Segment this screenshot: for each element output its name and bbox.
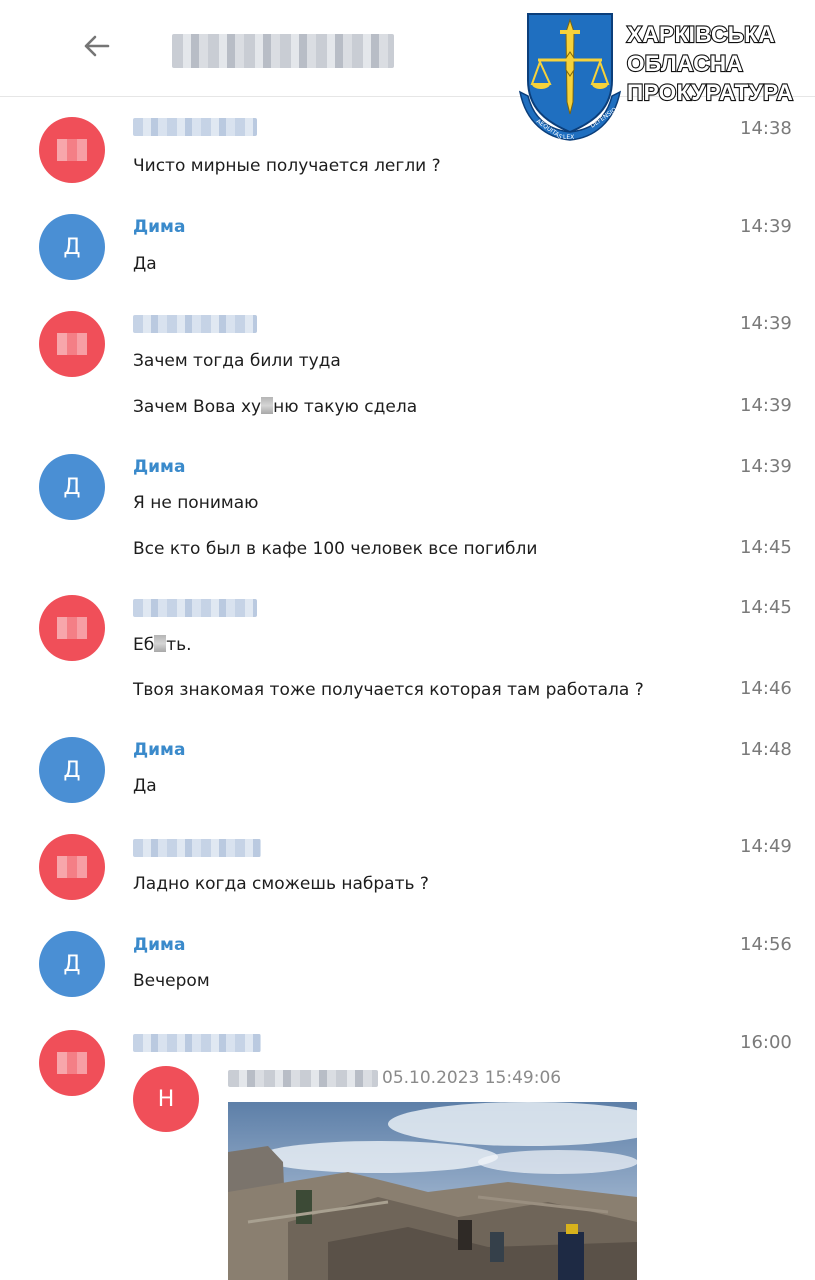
chat-title-redacted [172, 34, 394, 68]
avatar-dima[interactable]: Д [39, 214, 105, 280]
message-time: 14:56 [740, 934, 792, 955]
avatar-redacted[interactable] [39, 834, 105, 900]
avatar-dima[interactable]: Д [39, 454, 105, 520]
message-text-part: ню такую сдела [273, 397, 418, 417]
forwarded-avatar[interactable]: Н [133, 1066, 199, 1132]
avatar-dima[interactable]: Д [39, 931, 105, 997]
rubble-photo-image [228, 1102, 637, 1280]
sender-name[interactable]: Дима [133, 217, 185, 237]
sender-name[interactable]: Дима [133, 740, 185, 760]
avatar-dima[interactable]: Д [39, 737, 105, 803]
message-time: 14:45 [740, 537, 792, 558]
message-time: 14:39 [740, 313, 792, 334]
message-text: Зачем Вова ху ню такую сдела [133, 397, 417, 417]
forwarded-date: 05.10.2023 15:49:06 [382, 1068, 562, 1088]
message-text: Зачем тогда били туда [133, 351, 341, 371]
censor-mark [154, 635, 167, 652]
sender-name-redacted [133, 118, 257, 136]
message-text-part: ть. [166, 635, 192, 655]
sender-name-redacted [133, 315, 257, 333]
forwarded-photo[interactable] [228, 1102, 637, 1280]
message-time: 14:49 [740, 836, 792, 857]
back-button[interactable] [78, 28, 114, 64]
message-time: 14:48 [740, 739, 792, 760]
message-time: 14:39 [740, 216, 792, 237]
message-text: Еб ть. [133, 635, 192, 655]
message-time: 14:39 [740, 395, 792, 416]
sender-name[interactable]: Дима [133, 935, 185, 955]
prosecutor-name: ХАРКІВСЬКА ОБЛАСНА ПРОКУРАТУРА [626, 20, 815, 107]
sender-name-redacted [133, 839, 261, 857]
prosecutor-name-line-2: ОБЛАСНА [626, 50, 744, 77]
message-text: Чисто мирные получается легли ? [133, 156, 441, 176]
crest-text-center: LEX [563, 134, 574, 141]
message-text: Ладно когда сможешь набрать ? [133, 874, 429, 894]
avatar-redacted[interactable] [39, 1030, 105, 1096]
message-text-part: Еб [133, 635, 155, 655]
message-time: 16:00 [740, 1032, 792, 1053]
message-text: Да [133, 776, 157, 796]
message-text-part: Зачем Вова ху [133, 397, 262, 417]
message-time: 14:38 [740, 118, 792, 139]
message-text: Все кто был в кафе 100 человек все погиб… [133, 539, 538, 559]
message-text: Да [133, 254, 157, 274]
arrow-left-icon [84, 35, 110, 57]
message-time: 14:45 [740, 597, 792, 618]
message-text: Твоя знакомая тоже получается которая та… [133, 680, 644, 700]
sender-name-redacted [133, 599, 257, 617]
avatar-redacted[interactable] [39, 311, 105, 377]
avatar-redacted[interactable] [39, 595, 105, 661]
message-time: 14:46 [740, 678, 792, 699]
forwarded-sender-redacted [228, 1070, 378, 1087]
prosecutor-name-line-3: ПРОКУРАТУРА [626, 79, 794, 106]
message-text: Я не понимаю [133, 493, 259, 513]
prosecutor-crest-icon: AEQUITAS LEX DEFENSIO [518, 13, 622, 141]
message-text: Вечером [133, 971, 210, 991]
sender-name-redacted [133, 1034, 261, 1052]
message-time: 14:39 [740, 456, 792, 477]
prosecutor-name-line-1: ХАРКІВСЬКА [626, 21, 776, 48]
sender-name[interactable]: Дима [133, 457, 185, 477]
avatar-redacted[interactable] [39, 117, 105, 183]
censor-mark [261, 397, 274, 414]
